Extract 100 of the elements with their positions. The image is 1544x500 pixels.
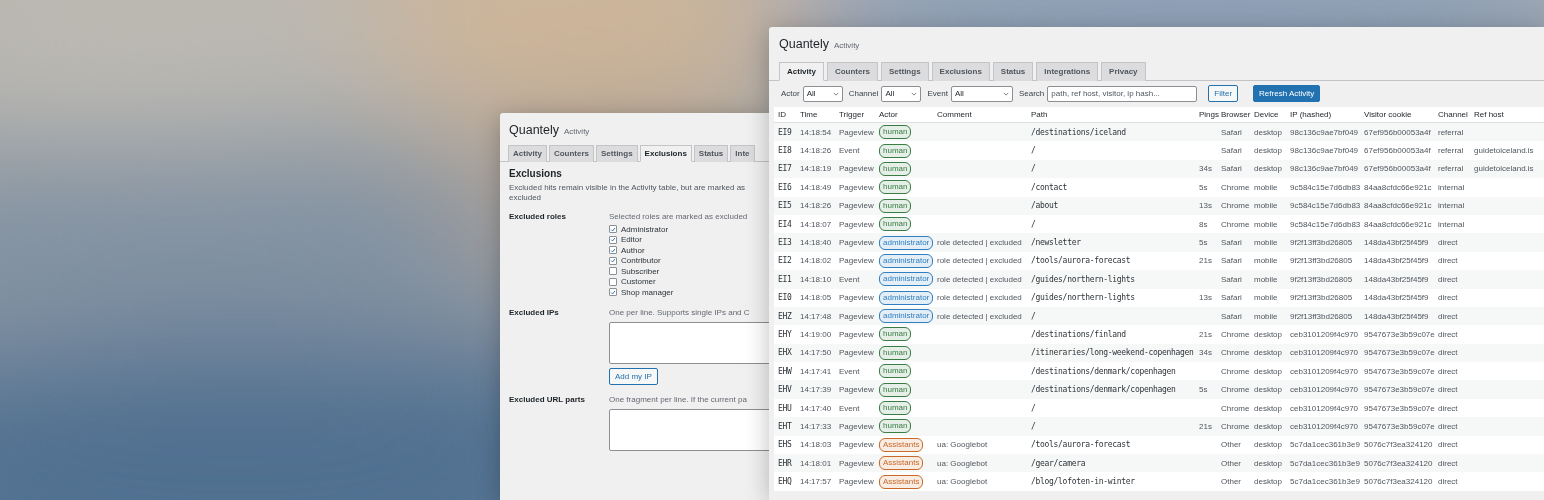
actor-badge: administrator	[879, 235, 934, 250]
table-cell-text: internal	[1438, 182, 1466, 192]
table-cell: 9c584c15e7d6db83	[1290, 219, 1362, 229]
table-cell: 9547673e3b59c07e	[1364, 421, 1436, 431]
table-cell-text: direct	[1438, 311, 1459, 321]
filter-select[interactable]: All	[802, 85, 843, 102]
table-cell-text: Pageview	[839, 477, 875, 487]
table-cell-text: 5076c7f3ea324120	[1364, 440, 1434, 450]
table-cell-text: direct	[1438, 403, 1459, 413]
tab[interactable]: Settings	[596, 145, 638, 162]
table-cell-text: 14:18:01	[800, 458, 833, 468]
column-header: Channel	[1438, 110, 1469, 119]
table-cell-text: Other	[1221, 458, 1242, 468]
table-cell-text: Other	[1221, 477, 1242, 487]
table-cell-text: 34s	[1199, 164, 1213, 174]
column-header: Path	[1031, 110, 1049, 119]
table-cell-text: Pageview	[839, 219, 875, 229]
table-cell-text: internal	[1438, 219, 1466, 229]
table-cell-text: EI9	[778, 127, 793, 137]
actor-badge: administrator	[879, 272, 934, 287]
table-cell: 9c584c15e7d6db83	[1290, 182, 1362, 192]
checkbox[interactable]	[609, 246, 617, 255]
text-area[interactable]	[609, 408, 769, 451]
table-cell-text: guidetoiceland.is	[1474, 164, 1535, 174]
table-cell-text: /	[1031, 164, 1037, 174]
table-cell-text: direct	[1438, 238, 1459, 248]
table-cell-text: mobile	[1254, 311, 1279, 321]
hint-text: Selected roles are marked as excluded	[609, 212, 748, 222]
table-cell-text: 5c7da1cec361b3e9	[1290, 440, 1361, 450]
tab[interactable]: Counters	[826, 62, 879, 81]
checkbox-label: Administrator	[621, 224, 669, 234]
add-ip-button[interactable]: Add my IP	[609, 367, 658, 385]
filter-label: Event	[927, 89, 948, 98]
tab[interactable]: Status	[693, 145, 729, 162]
table-cell-text: Other	[1221, 440, 1242, 450]
table-cell-text: direct	[1438, 256, 1459, 266]
table-cell-text: Safari	[1221, 311, 1243, 321]
table-cell-text: 14:18:07	[800, 219, 833, 229]
table-cell-text: mobile	[1254, 238, 1279, 248]
tab[interactable]: Status	[992, 62, 1034, 81]
table-cell-text: mobile	[1254, 219, 1279, 229]
checkbox[interactable]	[609, 235, 617, 244]
tab[interactable]: Settings	[881, 62, 929, 81]
refresh-button[interactable]: Refresh Activity	[1253, 85, 1321, 102]
table-cell-text: desktop	[1254, 366, 1284, 376]
actor-badge: human	[879, 419, 912, 434]
table-cell-text: role detected | excluded	[937, 293, 1023, 303]
table-cell-text: 148da43bf25f45f9	[1364, 293, 1430, 303]
table-cell-text: Pageview	[839, 458, 875, 468]
table-cell-text: ceb3101209f4c970	[1290, 421, 1360, 431]
table-cell-text: EHS	[778, 440, 793, 450]
table-cell-text: 8s	[1199, 219, 1209, 229]
table-cell-text: /tools/aurora-forecast	[1031, 256, 1132, 266]
table-cell-text: /destinations/iceland	[1031, 127, 1127, 137]
filter-label: Channel	[848, 89, 879, 98]
checkbox[interactable]	[609, 267, 617, 276]
filter-button[interactable]: Filter	[1208, 85, 1239, 102]
page-subtitle: Activity	[564, 127, 590, 136]
tab[interactable]: Integrations	[1036, 62, 1099, 81]
checkbox-label: Contributor	[621, 256, 661, 266]
table-cell-text: Pageview	[839, 256, 875, 266]
section-heading: Exclusions	[509, 168, 563, 181]
tab[interactable]: Privacy	[1101, 62, 1146, 81]
table-cell-text: /blog/lofoten-in-winter	[1031, 477, 1136, 487]
checkbox[interactable]	[609, 225, 617, 234]
table-cell-text: EHY	[778, 330, 793, 339]
table-cell-text: Event	[839, 274, 861, 284]
search-field[interactable]: path, ref host, visitor, ip hash...	[1047, 85, 1198, 102]
tab[interactable]: Exclusions	[639, 145, 692, 162]
checkbox[interactable]	[609, 256, 617, 265]
tab[interactable]: Inte	[730, 145, 755, 162]
table-cell-text: /guides/northern-lights	[1031, 274, 1136, 284]
table-cell-text: 84aa8cfdc66e921c	[1364, 219, 1433, 229]
table-cell-text: guidetoiceland.is	[1474, 146, 1535, 156]
filter-select[interactable]: All	[881, 85, 922, 102]
actor-badge: Assistants	[879, 474, 924, 489]
table-cell-text: 84aa8cfdc66e921c	[1364, 201, 1433, 211]
table-cell-text: /	[1031, 311, 1037, 321]
table-cell-text: /destinations/finland	[1031, 330, 1127, 339]
tab[interactable]: Activity	[508, 145, 547, 162]
table-cell-text: desktop	[1254, 421, 1284, 431]
table-cell-text: Pageview	[839, 293, 875, 303]
actor-badge: administrator	[879, 253, 934, 268]
table-cell-text: Safari	[1221, 146, 1243, 156]
filter-select[interactable]: All	[950, 85, 1013, 102]
tab[interactable]: Counters	[548, 145, 595, 162]
column-header: Comment	[937, 110, 973, 119]
checkbox[interactable]	[609, 288, 617, 297]
table-cell-text: 13s	[1199, 293, 1213, 303]
table-cell-text: 67ef956b00053a4f	[1364, 127, 1432, 137]
table-cell-text: 14:18:03	[800, 440, 833, 450]
table-cell-text: ceb3101209f4c970	[1290, 403, 1360, 413]
checkbox[interactable]	[609, 277, 617, 286]
table-cell-text: Pageview	[839, 348, 875, 358]
table-cell-text: Chrome	[1221, 348, 1251, 358]
table-cell-text: 34s	[1199, 348, 1213, 358]
tab[interactable]: Activity	[779, 62, 824, 81]
table-cell-text: /	[1031, 403, 1037, 413]
text-area[interactable]	[609, 321, 769, 364]
tab[interactable]: Exclusions	[931, 62, 990, 81]
